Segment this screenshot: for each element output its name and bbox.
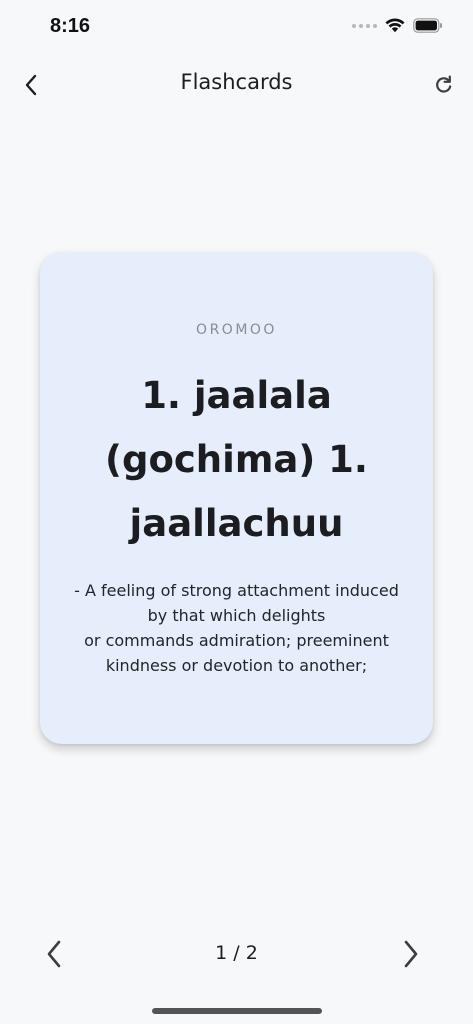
card-definition: - A feeling of strong attachment induced… (74, 581, 399, 675)
status-bar: 8:16 (0, 0, 473, 52)
cellular-signal-icon (352, 23, 377, 28)
chevron-right-icon (404, 940, 418, 968)
status-time: 8:16 (50, 15, 91, 37)
page-title: Flashcards (180, 70, 293, 94)
flashcards-screen: 8:16 Flashcards OROMOO 1. jaalala (gochi… (0, 0, 473, 1024)
battery-icon (413, 18, 442, 33)
refresh-button[interactable] (429, 70, 459, 100)
home-indicator (152, 1008, 322, 1014)
status-icons (352, 18, 443, 33)
refresh-icon (436, 75, 452, 93)
wifi-icon (385, 18, 405, 33)
card-term: 1. jaalala (gochima) 1. jaallachuu (105, 374, 368, 545)
next-card-button[interactable] (395, 936, 427, 972)
card-language-label: OROMOO (196, 322, 277, 338)
flashcard[interactable]: OROMOO 1. jaalala (gochima) 1. jaallachu… (40, 252, 433, 744)
card-navigation: 1 / 2 (0, 930, 473, 980)
app-header: Flashcards (0, 60, 473, 108)
